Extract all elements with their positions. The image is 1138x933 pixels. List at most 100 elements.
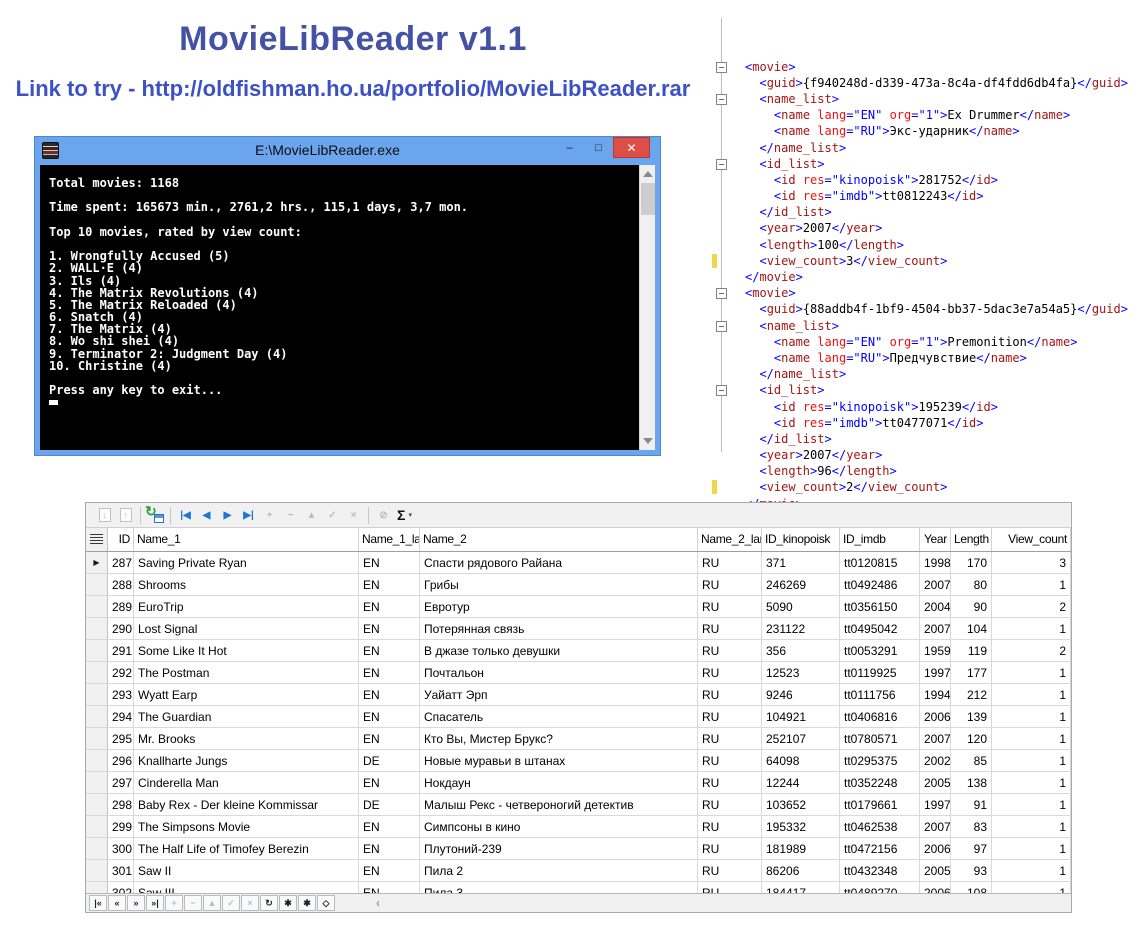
cell-view_count[interactable]: 1 — [992, 706, 1071, 727]
cell-year[interactable]: 2007 — [920, 816, 951, 837]
nav-insert-button[interactable]: + — [165, 895, 183, 911]
cell-id_kinopoisk[interactable]: 9246 — [762, 684, 840, 705]
cell-name_2_lang[interactable]: RU — [698, 618, 762, 639]
cell-name_2_lang[interactable]: RU — [698, 596, 762, 617]
cell-id_kinopoisk[interactable]: 64098 — [762, 750, 840, 771]
cell-view_count[interactable]: 1 — [992, 728, 1071, 749]
cell-year[interactable]: 2006 — [920, 838, 951, 859]
cell-view_count[interactable]: 2 — [992, 640, 1071, 661]
column-header-name_2[interactable]: Name_2 — [420, 528, 698, 551]
table-row[interactable]: 289EuroTripENЕвротурRU5090tt035615020049… — [86, 596, 1071, 618]
cell-name_2_lang[interactable]: RU — [698, 882, 762, 893]
cell-year[interactable]: 2006 — [920, 706, 951, 727]
cell-id_kinopoisk[interactable]: 356 — [762, 640, 840, 661]
cell-view_count[interactable]: 1 — [992, 772, 1071, 793]
cell-name_2[interactable]: Малыш Рекс - четвероногий детектив — [420, 794, 698, 815]
cell-year[interactable]: 2007 — [920, 728, 951, 749]
cell-year[interactable]: 1997 — [920, 662, 951, 683]
cell-id_kinopoisk[interactable]: 246269 — [762, 574, 840, 595]
cell-id_imdb[interactable]: tt0053291 — [840, 640, 920, 661]
table-row[interactable]: 300The Half Life of Timofey BerezinENПлу… — [86, 838, 1071, 860]
cell-name_1[interactable]: The Guardian — [134, 706, 359, 727]
prior-record-button[interactable]: ◀ — [196, 505, 217, 526]
cell-name_2[interactable]: Пила 3 — [420, 882, 698, 893]
console-titlebar[interactable]: E:\MovieLibReader.exe –□✕ — [35, 137, 660, 165]
column-header-view_count[interactable]: View_count — [992, 528, 1071, 551]
cell-id_imdb[interactable]: tt0356150 — [840, 596, 920, 617]
cell-id[interactable]: 297 — [108, 772, 134, 793]
cell-length[interactable]: 108 — [951, 882, 992, 893]
cell-id[interactable]: 301 — [108, 860, 134, 881]
cell-id[interactable]: 289 — [108, 596, 134, 617]
cell-name_1_lang[interactable]: EN — [359, 860, 420, 881]
cell-id[interactable]: 296 — [108, 750, 134, 771]
cell-id[interactable]: 293 — [108, 684, 134, 705]
cell-year[interactable]: 1998 — [920, 552, 951, 573]
cell-name_2_lang[interactable]: RU — [698, 684, 762, 705]
cell-length[interactable]: 212 — [951, 684, 992, 705]
column-header-name_1[interactable]: Name_1 — [134, 528, 359, 551]
cell-name_1_lang[interactable]: EN — [359, 816, 420, 837]
console-scrollbar[interactable] — [639, 165, 655, 450]
cell-id[interactable]: 302 — [108, 882, 134, 893]
cell-id[interactable]: 300 — [108, 838, 134, 859]
cell-length[interactable]: 177 — [951, 662, 992, 683]
cell-length[interactable]: 85 — [951, 750, 992, 771]
collapse-minus-icon[interactable] — [716, 385, 727, 396]
cell-name_2[interactable]: Кто Вы, Мистер Брукс? — [420, 728, 698, 749]
close-button[interactable]: ✕ — [613, 137, 650, 158]
cell-id_imdb[interactable]: tt0492486 — [840, 574, 920, 595]
cell-name_2[interactable]: Евротур — [420, 596, 698, 617]
sum-button[interactable]: Σ▾ — [394, 505, 415, 526]
cell-year[interactable]: 1997 — [920, 794, 951, 815]
cell-id_kinopoisk[interactable]: 252107 — [762, 728, 840, 749]
cancel-edit-button[interactable]: × — [343, 505, 364, 526]
table-row[interactable]: 302Saw IIIENПила 3RU184417tt048927020061… — [86, 882, 1071, 893]
cell-name_2[interactable]: Почтальон — [420, 662, 698, 683]
collapse-minus-icon[interactable] — [716, 159, 727, 170]
cell-name_2_lang[interactable]: RU — [698, 860, 762, 881]
cell-name_1[interactable]: Mr. Brooks — [134, 728, 359, 749]
insert-record-button[interactable]: + — [259, 505, 280, 526]
cell-year[interactable]: 1959 — [920, 640, 951, 661]
cell-name_2_lang[interactable]: RU — [698, 750, 762, 771]
cell-id_kinopoisk[interactable]: 231122 — [762, 618, 840, 639]
cell-name_1_lang[interactable]: EN — [359, 882, 420, 893]
cell-name_2_lang[interactable]: RU — [698, 728, 762, 749]
cell-length[interactable]: 138 — [951, 772, 992, 793]
cell-id[interactable]: 291 — [108, 640, 134, 661]
cell-id[interactable]: 298 — [108, 794, 134, 815]
cell-name_2_lang[interactable]: RU — [698, 662, 762, 683]
cell-id_kinopoisk[interactable]: 12523 — [762, 662, 840, 683]
cell-length[interactable]: 83 — [951, 816, 992, 837]
cell-name_2_lang[interactable]: RU — [698, 574, 762, 595]
cell-name_1_lang[interactable]: DE — [359, 794, 420, 815]
cell-length[interactable]: 120 — [951, 728, 992, 749]
cell-id_kinopoisk[interactable]: 104921 — [762, 706, 840, 727]
load-from-file-button[interactable]: ↓ — [94, 505, 115, 526]
cell-name_1_lang[interactable]: DE — [359, 750, 420, 771]
cell-name_1[interactable]: Lost Signal — [134, 618, 359, 639]
nav-next-button[interactable]: » — [127, 895, 145, 911]
cell-name_2_lang[interactable]: RU — [698, 552, 762, 573]
cell-length[interactable]: 91 — [951, 794, 992, 815]
cell-year[interactable]: 2004 — [920, 596, 951, 617]
column-header-id_imdb[interactable]: ID_imdb — [840, 528, 920, 551]
minimize-button[interactable]: – — [555, 137, 584, 158]
cell-name_1[interactable]: The Half Life of Timofey Berezin — [134, 838, 359, 859]
collapse-minus-icon[interactable] — [716, 62, 727, 73]
cell-id_kinopoisk[interactable]: 195332 — [762, 816, 840, 837]
cell-name_1_lang[interactable]: EN — [359, 684, 420, 705]
cell-name_1[interactable]: EuroTrip — [134, 596, 359, 617]
cell-name_2_lang[interactable]: RU — [698, 838, 762, 859]
cell-name_2[interactable]: Новые муравьи в штанах — [420, 750, 698, 771]
cell-id_kinopoisk[interactable]: 12244 — [762, 772, 840, 793]
cell-name_2_lang[interactable]: RU — [698, 706, 762, 727]
cell-view_count[interactable]: 1 — [992, 618, 1071, 639]
cell-view_count[interactable]: 1 — [992, 816, 1071, 837]
cell-id_imdb[interactable]: tt0495042 — [840, 618, 920, 639]
cell-name_2_lang[interactable]: RU — [698, 816, 762, 837]
table-row[interactable]: 297Cinderella ManENНокдаунRU12244tt03522… — [86, 772, 1071, 794]
column-list-icon[interactable] — [90, 534, 103, 545]
cell-length[interactable]: 119 — [951, 640, 992, 661]
